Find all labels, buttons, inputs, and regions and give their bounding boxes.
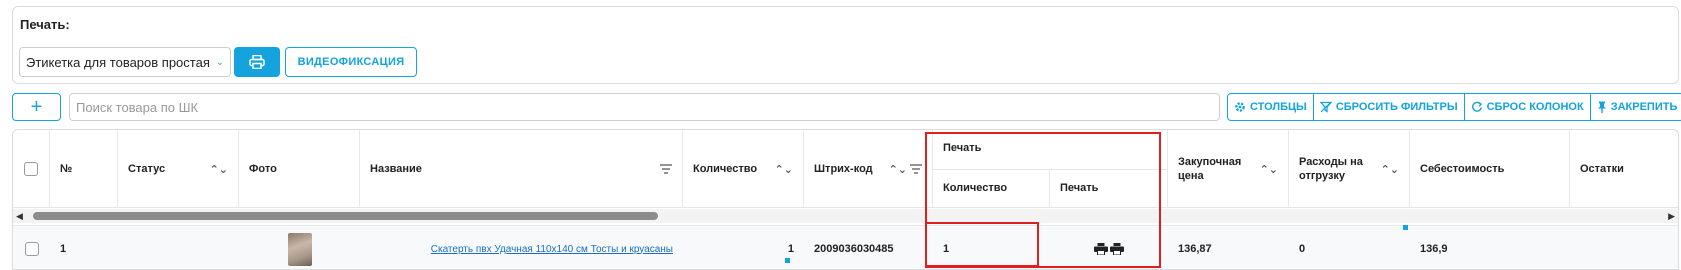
header-shipping-costs-label: Расходы на отгрузку bbox=[1299, 156, 1363, 182]
table-row: 1 Скатерть пвх Удачная 110х140 см Тосты … bbox=[13, 225, 1678, 269]
resize-handle[interactable] bbox=[785, 258, 790, 263]
row-number: 1 bbox=[60, 243, 67, 255]
row-cost-price: 136,9 bbox=[1420, 243, 1448, 255]
printer-icon[interactable] bbox=[1094, 243, 1108, 255]
header-name[interactable]: Название bbox=[360, 130, 683, 208]
header-print-group: Печать Количество Печать bbox=[933, 130, 1168, 208]
row-quantity: 1 bbox=[787, 243, 794, 255]
header-number-label: № bbox=[60, 163, 73, 175]
row-stock bbox=[1570, 226, 1678, 269]
label-template-value: Этикетка для товаров простая bbox=[26, 54, 210, 70]
video-recording-button[interactable]: ВИДЕОФИКСАЦИЯ bbox=[285, 47, 417, 77]
label-template-select[interactable]: Этикетка для товаров простая ⌄ bbox=[19, 47, 231, 77]
sort-icon[interactable]: ⌃⌄ bbox=[775, 163, 793, 176]
scroll-right-arrow-icon[interactable]: ▶ bbox=[1668, 211, 1675, 222]
row-print-quantity[interactable]: 1 bbox=[933, 226, 1050, 269]
printer-icon bbox=[249, 55, 265, 69]
columns-button-label: СТОЛБЦЫ bbox=[1250, 101, 1307, 113]
header-print-group-label: Печать bbox=[933, 130, 1167, 170]
gear-icon bbox=[1235, 102, 1245, 112]
header-print-quantity[interactable]: Количество bbox=[933, 170, 1050, 208]
pin-label: ЗАКРЕПИТЬ bbox=[1610, 101, 1678, 113]
pin-button[interactable]: ЗАКРЕПИТЬ bbox=[1591, 94, 1681, 120]
filter-icon[interactable] bbox=[910, 164, 922, 174]
row-status bbox=[118, 226, 239, 269]
filter-icon[interactable] bbox=[660, 164, 672, 174]
scrollbar-thumb[interactable] bbox=[33, 212, 658, 220]
header-print-action[interactable]: Печать bbox=[1050, 170, 1168, 208]
header-photo-label: Фото bbox=[249, 163, 277, 175]
header-number[interactable]: № bbox=[50, 130, 118, 208]
columns-button[interactable]: СТОЛБЦЫ bbox=[1228, 94, 1314, 120]
chevron-down-icon: ⌄ bbox=[215, 56, 224, 68]
sort-icon[interactable]: ⌃⌄ bbox=[210, 163, 228, 176]
header-stock-label: Остатки bbox=[1580, 163, 1624, 175]
header-name-label: Название bbox=[370, 163, 422, 175]
header-shipping-costs[interactable]: Расходы на отгрузку ⌃⌄ bbox=[1289, 130, 1410, 208]
row-checkbox[interactable] bbox=[24, 242, 39, 256]
row-barcode: 2009036030485 bbox=[814, 243, 894, 255]
filter-off-icon bbox=[1319, 101, 1332, 113]
header-purchase-price-label: Закупочная цена bbox=[1178, 156, 1242, 182]
reset-columns-button[interactable]: СБРОС КОЛОНОК bbox=[1465, 94, 1591, 120]
table-toolbar: СТОЛБЦЫ СБРОСИТЬ ФИЛЬТРЫ СБРОС КОЛОНОК З… bbox=[1227, 93, 1681, 121]
product-name-link[interactable]: Скатерть пвх Удачная 110х140 см Тосты и … bbox=[431, 244, 673, 255]
print-panel-title: Печать: bbox=[20, 17, 70, 32]
header-status[interactable]: Статус ⌃⌄ bbox=[118, 130, 239, 208]
resize-handle[interactable] bbox=[1403, 225, 1408, 230]
table-header: № Статус ⌃⌄ Фото Название Количество ⌃⌄ … bbox=[13, 130, 1678, 208]
barcode-search-input[interactable] bbox=[69, 93, 1220, 121]
products-table: № Статус ⌃⌄ Фото Название Количество ⌃⌄ … bbox=[12, 129, 1679, 270]
header-status-label: Статус bbox=[128, 163, 166, 175]
plus-icon: + bbox=[30, 95, 43, 118]
product-photo[interactable] bbox=[287, 232, 312, 266]
row-purchase-price: 136,87 bbox=[1178, 243, 1212, 255]
print-button[interactable] bbox=[234, 47, 280, 77]
pin-icon bbox=[1597, 101, 1606, 113]
header-barcode-label: Штрих-код bbox=[814, 163, 873, 175]
sort-icon[interactable]: ⌃⌄ bbox=[1260, 163, 1278, 176]
print-panel: Печать: Этикетка для товаров простая ⌄ В… bbox=[12, 6, 1679, 84]
row-shipping-costs: 0 bbox=[1299, 243, 1306, 255]
refresh-icon bbox=[1471, 101, 1482, 112]
header-barcode[interactable]: Штрих-код ⌃⌄ bbox=[804, 130, 933, 208]
sort-icon[interactable]: ⌃⌄ bbox=[1381, 163, 1399, 176]
select-all-checkbox[interactable] bbox=[24, 162, 38, 176]
scroll-left-arrow-icon[interactable]: ◀ bbox=[16, 211, 23, 222]
reset-filters-label: СБРОСИТЬ ФИЛЬТРЫ bbox=[1335, 101, 1458, 113]
header-cost-price-label: Себестоимость bbox=[1420, 163, 1505, 175]
printer-icon[interactable] bbox=[1110, 243, 1124, 255]
reset-filters-button[interactable]: СБРОСИТЬ ФИЛЬТРЫ bbox=[1314, 94, 1465, 120]
header-select-all bbox=[13, 130, 50, 208]
reset-columns-label: СБРОС КОЛОНОК bbox=[1486, 101, 1584, 113]
sort-icon[interactable]: ⌃⌄ bbox=[889, 163, 907, 176]
header-quantity-label: Количество bbox=[693, 163, 758, 175]
header-photo: Фото bbox=[239, 130, 360, 208]
header-quantity[interactable]: Количество ⌃⌄ bbox=[683, 130, 804, 208]
row-print-actions bbox=[1050, 226, 1168, 269]
header-cost-price[interactable]: Себестоимость bbox=[1410, 130, 1570, 208]
horizontal-scrollbar[interactable]: ◀ ▶ bbox=[13, 209, 1678, 223]
header-purchase-price[interactable]: Закупочная цена ⌃⌄ bbox=[1168, 130, 1289, 208]
header-stock[interactable]: Остатки bbox=[1570, 130, 1678, 208]
add-button[interactable]: + bbox=[12, 93, 61, 121]
